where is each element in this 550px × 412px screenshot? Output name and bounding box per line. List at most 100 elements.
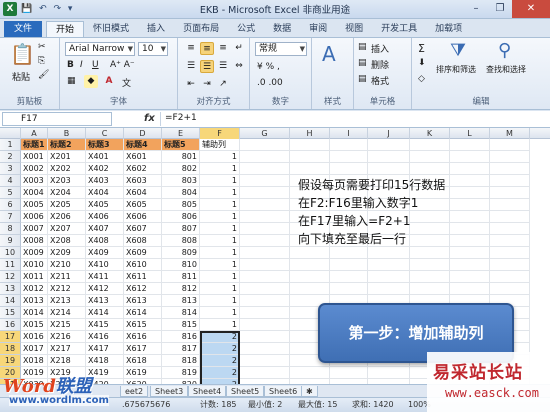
table-cell[interactable]	[450, 139, 490, 151]
table-cell[interactable]: 811	[162, 271, 200, 283]
copy-icon[interactable]: ⎘	[38, 56, 45, 66]
sheet-tab[interactable]: Sheet5	[226, 386, 265, 397]
align-right-icon[interactable]: ☰	[216, 60, 230, 73]
table-cell[interactable]	[240, 331, 290, 343]
table-cell[interactable]: X402	[86, 163, 124, 175]
column-header[interactable]: H	[290, 128, 330, 139]
maximize-button[interactable]: ❐	[488, 0, 512, 18]
table-cell[interactable]: X412	[86, 283, 124, 295]
table-cell[interactable]: X006	[21, 211, 48, 223]
table-cell[interactable]: X616	[124, 331, 162, 343]
table-cell[interactable]: 1	[200, 271, 240, 283]
table-cell[interactable]: 817	[162, 343, 200, 355]
orientation-icon[interactable]: ↗	[216, 78, 230, 91]
table-cell[interactable]	[290, 271, 330, 283]
table-cell[interactable]: 806	[162, 211, 200, 223]
border-icon[interactable]: ▦	[67, 76, 76, 86]
table-cell[interactable]	[490, 259, 530, 271]
header-cell[interactable]: 辅助列	[200, 139, 240, 151]
row-header[interactable]: 15	[0, 307, 21, 319]
table-cell[interactable]	[240, 355, 290, 367]
column-header[interactable]: I	[330, 128, 368, 139]
table-cell[interactable]	[290, 163, 330, 175]
table-cell[interactable]	[490, 151, 530, 163]
table-cell[interactable]: X004	[21, 187, 48, 199]
table-cell[interactable]: X416	[86, 331, 124, 343]
table-cell[interactable]: X018	[21, 355, 48, 367]
delete-cells-button[interactable]: 删除	[371, 58, 389, 71]
table-cell[interactable]	[368, 271, 410, 283]
table-cell[interactable]	[490, 223, 530, 235]
table-cell[interactable]	[368, 247, 410, 259]
table-cell[interactable]: X010	[21, 259, 48, 271]
row-header[interactable]: 16	[0, 319, 21, 331]
table-cell[interactable]	[490, 235, 530, 247]
table-cell[interactable]: X013	[21, 295, 48, 307]
table-cell[interactable]: 1	[200, 259, 240, 271]
table-cell[interactable]	[450, 151, 490, 163]
table-cell[interactable]	[450, 247, 490, 259]
table-cell[interactable]: X407	[86, 223, 124, 235]
table-cell[interactable]: 809	[162, 247, 200, 259]
close-button[interactable]: ✕	[512, 0, 550, 18]
tab-data[interactable]: 数据	[264, 21, 300, 37]
table-cell[interactable]: X003	[21, 175, 48, 187]
table-cell[interactable]: X619	[124, 367, 162, 379]
table-cell[interactable]: X410	[86, 259, 124, 271]
column-header[interactable]: F	[200, 128, 240, 139]
column-header[interactable]: L	[450, 128, 490, 139]
column-header[interactable]: E	[162, 128, 200, 139]
table-cell[interactable]	[240, 211, 290, 223]
table-cell[interactable]	[240, 163, 290, 175]
table-cell[interactable]: X406	[86, 211, 124, 223]
table-cell[interactable]	[290, 367, 330, 379]
table-cell[interactable]	[410, 247, 450, 259]
font-size-select[interactable]: 10 ▼	[138, 42, 168, 56]
table-cell[interactable]: X408	[86, 235, 124, 247]
align-bottom-icon[interactable]: ≡	[216, 42, 230, 55]
table-cell[interactable]	[240, 223, 290, 235]
table-cell[interactable]: X618	[124, 355, 162, 367]
table-cell[interactable]: 810	[162, 259, 200, 271]
align-center-icon[interactable]: ☰	[200, 60, 214, 73]
row-header[interactable]: 9	[0, 235, 21, 247]
table-cell[interactable]	[240, 271, 290, 283]
table-cell[interactable]: X612	[124, 283, 162, 295]
format-cells-button[interactable]: 格式	[371, 74, 389, 87]
table-cell[interactable]: X203	[48, 175, 86, 187]
table-cell[interactable]: X207	[48, 223, 86, 235]
table-cell[interactable]: X214	[48, 307, 86, 319]
table-cell[interactable]: X208	[48, 235, 86, 247]
table-cell[interactable]	[450, 235, 490, 247]
find-select-button[interactable]: 查找和选择	[486, 64, 526, 75]
table-cell[interactable]	[490, 283, 530, 295]
table-cell[interactable]	[368, 139, 410, 151]
column-header[interactable]: G	[240, 128, 290, 139]
styles-icon[interactable]: A	[322, 42, 336, 66]
table-cell[interactable]: X608	[124, 235, 162, 247]
tab-home[interactable]: 开始	[46, 21, 85, 37]
column-header[interactable]: C	[86, 128, 124, 139]
table-cell[interactable]	[240, 283, 290, 295]
table-cell[interactable]	[450, 223, 490, 235]
table-cell[interactable]	[240, 259, 290, 271]
delete-cells-icon[interactable]: ▤	[358, 58, 367, 68]
table-cell[interactable]: X009	[21, 247, 48, 259]
table-cell[interactable]: X011	[21, 271, 48, 283]
column-header[interactable]: K	[410, 128, 450, 139]
format-painter-icon[interactable]: 🖌	[38, 70, 49, 80]
sheet-tab[interactable]: Sheet6	[264, 386, 303, 397]
table-cell[interactable]: X205	[48, 199, 86, 211]
table-cell[interactable]: 1	[200, 247, 240, 259]
clear-icon[interactable]: ◇	[418, 74, 425, 84]
cut-icon[interactable]: ✂	[38, 42, 46, 52]
table-cell[interactable]	[330, 139, 368, 151]
table-cell[interactable]	[368, 259, 410, 271]
table-cell[interactable]	[330, 163, 368, 175]
table-cell[interactable]: X202	[48, 163, 86, 175]
table-cell[interactable]: 1	[200, 319, 240, 331]
table-cell[interactable]	[490, 187, 530, 199]
sheet-tab[interactable]: Sheet4	[188, 386, 227, 397]
format-cells-icon[interactable]: ▤	[358, 74, 367, 84]
table-cell[interactable]	[490, 211, 530, 223]
